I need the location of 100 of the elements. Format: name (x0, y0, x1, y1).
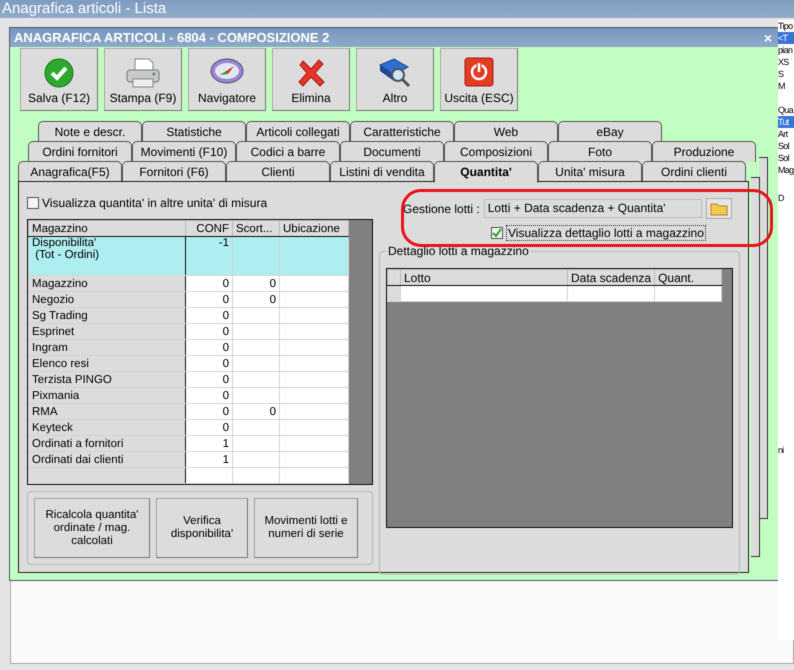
book-magnifier-icon (378, 57, 412, 89)
tab[interactable]: Codici a barre (236, 141, 340, 162)
list-item[interactable]: Mag (778, 164, 794, 176)
table-cell (232, 236, 280, 276)
table-cell: 0 (232, 292, 280, 308)
tab[interactable]: Quantita' (434, 161, 538, 183)
column-header: Lotto (400, 270, 568, 286)
table-cell: Ordinati dai clienti (28, 452, 186, 468)
table-cell: 0 (186, 340, 232, 356)
toolbar-button[interactable]: Salva (F12) (20, 48, 98, 111)
toolbar-button[interactable]: Stampa (F9) (104, 48, 182, 111)
table-cell (280, 388, 348, 404)
table-cell: 0 (186, 356, 232, 372)
printer-icon (125, 57, 161, 89)
table-cell: Ingram (28, 340, 186, 356)
list-item[interactable]: <T (778, 32, 794, 44)
table-cell: 0 (186, 276, 232, 292)
table-cell: 0 (186, 324, 232, 340)
lot-management-field[interactable]: Lotti + Data scadenza + Quantita' (484, 199, 702, 218)
list-item[interactable]: XS (778, 56, 794, 68)
list-item[interactable]: pian (778, 44, 794, 56)
action-button[interactable]: Movimenti lotti e numeri di serie (254, 498, 358, 558)
table-cell: 0 (186, 308, 232, 324)
table-cell (280, 292, 348, 308)
table-cell: 0 (186, 292, 232, 308)
checkbox-label: Visualizza quantita' in altre unita' di misura (42, 196, 268, 210)
toolbar-button[interactable]: Navigatore (188, 48, 266, 111)
tab[interactable]: Foto (548, 141, 652, 162)
field-label: Qua (778, 104, 794, 116)
table-cell (280, 420, 348, 436)
tab[interactable]: Ordini fornitori (28, 141, 132, 162)
table-cell: Keyteck (28, 420, 186, 436)
folder-button[interactable] (706, 198, 732, 219)
toolbar-button[interactable]: Elimina (272, 48, 350, 111)
tab[interactable]: Ordini clienti (642, 161, 746, 182)
table-cell: 0 (232, 404, 280, 420)
tab[interactable]: Articoli collegati (246, 121, 350, 142)
table-cell: Terzista PINGO (28, 372, 186, 388)
table-cell: Esprinet (28, 324, 186, 340)
table-cell: 0 (186, 388, 232, 404)
table-cell (280, 372, 348, 388)
tab[interactable]: Caratteristiche (350, 121, 454, 142)
table-cell: Negozio (28, 292, 186, 308)
checkbox[interactable] (27, 197, 39, 209)
column-header: Data scadenza (568, 270, 655, 286)
list-item[interactable]: Art (778, 128, 794, 140)
column-header: Magazzino (28, 220, 186, 236)
table-cell: Magazzino (28, 276, 186, 292)
tab[interactable]: Statistiche (142, 121, 246, 142)
action-button[interactable]: Ricalcola quantita' ordinate / mag. calcolati (34, 498, 150, 558)
label-text: ni (778, 444, 785, 456)
tab[interactable]: Note e descr. (38, 121, 142, 142)
compass-icon (210, 57, 244, 85)
table-cell (232, 372, 280, 388)
tab[interactable]: Movimenti (F10) (132, 141, 236, 162)
tab[interactable]: Anagrafica(F5) (18, 161, 122, 182)
field-label: Gestione lotti : (403, 202, 480, 216)
table-cell: 0 (186, 420, 232, 436)
column-header: D (778, 192, 785, 204)
table-cell (232, 324, 280, 340)
table-cell (280, 436, 348, 452)
table-cell (232, 420, 280, 436)
table-cell: 0 (186, 404, 232, 420)
column-header: Tipo (778, 20, 794, 32)
tab[interactable]: Clienti (226, 161, 330, 182)
list-item[interactable]: M (778, 80, 794, 92)
tab[interactable]: Unita' misura (538, 161, 642, 182)
tab[interactable]: eBay (558, 121, 662, 142)
tab[interactable]: Web (454, 121, 558, 142)
column-header: Quant. (654, 270, 722, 286)
checkbox-label: Visualizza dettaglio lotti a magazzino (506, 225, 706, 241)
table-cell: Disponibilita' (Tot - Ordini) (28, 236, 186, 276)
checkbox[interactable] (491, 227, 503, 239)
table-cell: Ordinati a fornitori (28, 436, 186, 452)
action-button[interactable]: Verifica disponibilita' (156, 498, 248, 558)
table-cell: Elenco resi (28, 356, 186, 372)
table-cell: Sg Trading (28, 308, 186, 324)
table-cell (232, 308, 280, 324)
list-item[interactable]: S (778, 68, 794, 80)
tab[interactable]: Listini di vendita (330, 161, 434, 182)
power-icon (464, 57, 494, 87)
toolbar-button[interactable]: Uscita (ESC) (440, 48, 518, 111)
table-cell (280, 404, 348, 420)
table-cell (280, 340, 348, 356)
column-header: CONF (186, 220, 232, 236)
column-header: Scort... (232, 220, 280, 236)
tab[interactable]: Composizioni (444, 141, 548, 162)
list-item[interactable]: Tut (778, 116, 794, 128)
list-item[interactable]: Sol (778, 152, 794, 164)
table-cell: 1 (186, 452, 232, 468)
tab[interactable]: Documenti (340, 141, 444, 162)
toolbar-button[interactable]: Altro (356, 48, 434, 111)
list-item[interactable]: Sol (778, 140, 794, 152)
table-cell: RMA (28, 404, 186, 420)
tab[interactable]: Fornitori (F6) (122, 161, 226, 182)
table-cell (280, 308, 348, 324)
folder-icon (710, 202, 728, 216)
table-cell (232, 388, 280, 404)
table-cell: 0 (232, 276, 280, 292)
tab[interactable]: Produzione (652, 141, 756, 162)
